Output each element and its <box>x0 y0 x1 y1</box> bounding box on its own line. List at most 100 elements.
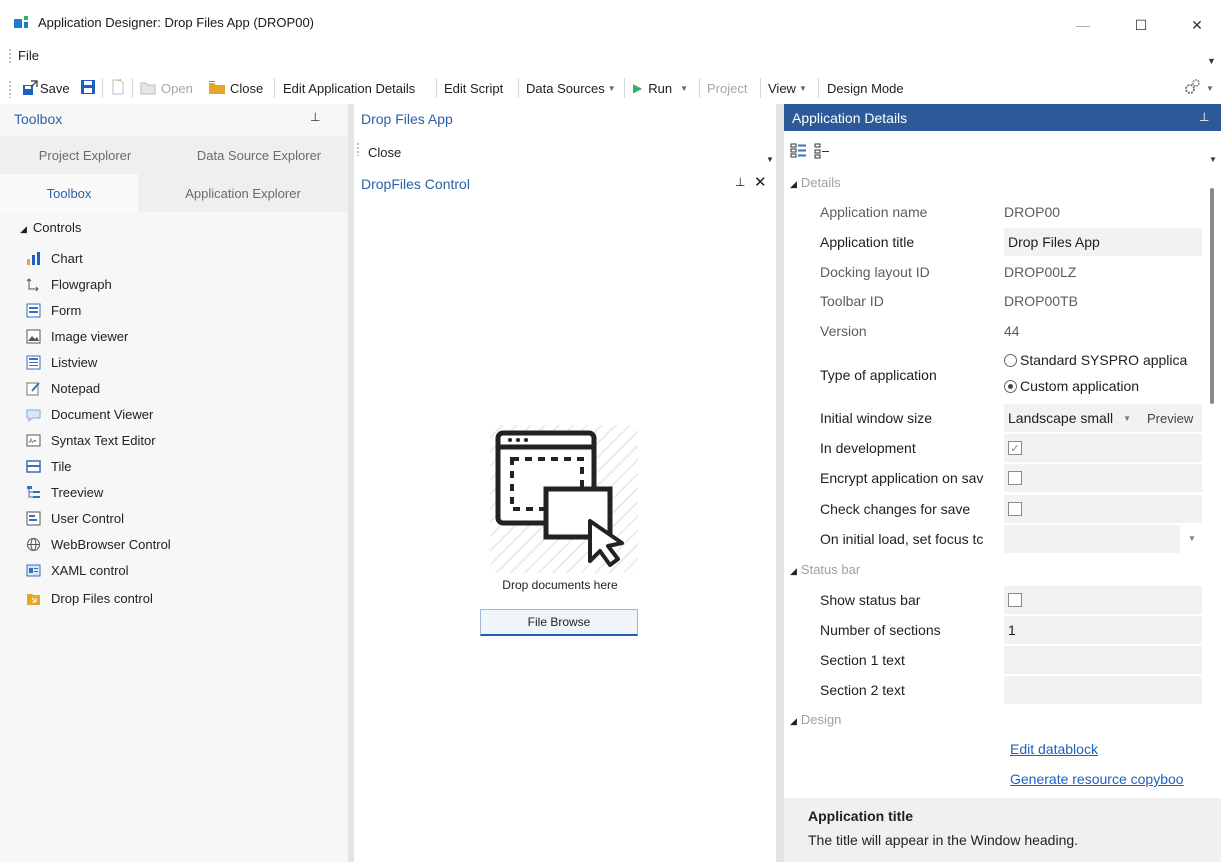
show-status-bar-checkbox[interactable] <box>1008 593 1022 607</box>
tab-toolbox[interactable]: Toolbox <box>0 174 138 212</box>
chevron-down-icon[interactable]: ▼ <box>1188 534 1196 543</box>
panel-splitter[interactable] <box>776 104 784 862</box>
toolbox-item-form[interactable]: Form <box>26 300 81 320</box>
view-button[interactable]: View ▼ <box>768 78 807 98</box>
generate-resource-copybook-link[interactable]: Generate resource copyboo <box>1010 771 1204 787</box>
toolbox-item-label: Document Viewer <box>51 406 154 422</box>
folder-icon <box>208 81 226 95</box>
panel-splitter[interactable] <box>348 104 354 862</box>
radio-label: Standard SYSPRO applica <box>1020 352 1188 368</box>
chevron-down-icon: ▼ <box>1206 83 1214 93</box>
run-button[interactable]: ▶ Run ▼ <box>633 78 688 98</box>
save-button[interactable]: Save <box>22 78 70 98</box>
alphabetical-icon[interactable] <box>814 142 832 163</box>
maximize-button[interactable]: ☐ <box>1118 10 1164 40</box>
close-window-button[interactable]: ✕ <box>1174 10 1220 40</box>
tab-data-source-explorer[interactable]: Data Source Explorer <box>170 136 348 174</box>
toolbox-item-notepad[interactable]: Notepad <box>26 378 100 398</box>
pin-icon[interactable]: ⊥ <box>735 175 745 189</box>
toolbox-item-flowgraph[interactable]: Flowgraph <box>26 274 112 294</box>
tab-application-explorer[interactable]: Application Explorer <box>138 174 348 212</box>
radio-custom-application[interactable]: Custom application <box>1004 372 1139 400</box>
save-as-icon <box>22 80 38 96</box>
radio-unselected <box>1004 353 1017 367</box>
menubar-overflow-icon[interactable]: ▼ <box>1207 56 1216 66</box>
project-button[interactable]: Project <box>707 78 747 98</box>
edit-application-details-button[interactable]: Edit Application Details <box>283 78 415 98</box>
close-label: Close <box>230 80 264 96</box>
radio-standard-syspro[interactable]: Standard SYSPRO applica <box>1004 346 1204 374</box>
section-2-text-field[interactable] <box>1004 676 1202 704</box>
toolbox-item-treeview[interactable]: Treeview <box>26 482 103 502</box>
minimize-button[interactable]: — <box>1060 10 1106 40</box>
center-close-button[interactable]: Close <box>368 145 401 160</box>
toolbox-item-image-viewer[interactable]: Image viewer <box>26 326 128 346</box>
settings-button[interactable]: ▼ <box>1184 78 1214 98</box>
design-mode-button[interactable]: Design Mode <box>827 78 904 98</box>
toolbox-item-webbrowser-control[interactable]: WebBrowser Control <box>26 534 171 554</box>
open-label: Open <box>161 80 193 96</box>
new-button[interactable] <box>110 78 126 98</box>
prop-label-section-2-text: Section 2 text <box>820 682 905 698</box>
toolbar-grip[interactable] <box>8 80 12 98</box>
toolbox-item-label: Form <box>51 302 82 318</box>
section-status-bar[interactable]: ◢ Status bar <box>790 562 860 577</box>
menu-file[interactable]: File <box>18 48 39 63</box>
play-icon: ▶ <box>633 81 643 95</box>
document-viewer-icon <box>26 407 41 422</box>
toolbox-item-label: Treeview <box>51 484 104 500</box>
toolbox-item-document-viewer[interactable]: Document Viewer <box>26 404 153 424</box>
edit-datablock-link[interactable]: Edit datablock <box>1010 741 1098 757</box>
initial-window-size-select[interactable]: Landscape small ▼ <box>1004 404 1144 432</box>
toolbox-item-tile[interactable]: Tile <box>26 456 71 476</box>
pin-icon[interactable]: ⊥ <box>1199 110 1209 124</box>
toolbox-item-user-control[interactable]: User Control <box>26 508 124 528</box>
prop-value-application-name: DROP00 <box>1004 204 1061 220</box>
toolbox-item-syntax-text-editor[interactable]: A= Syntax Text Editor <box>26 430 156 450</box>
toolbox-item-label: Flowgraph <box>51 276 112 292</box>
toolbox-item-xaml-control[interactable]: XAML control <box>26 560 129 580</box>
encrypt-checkbox[interactable] <box>1008 471 1022 485</box>
prop-label-initial-window-size: Initial window size <box>820 410 933 426</box>
data-sources-button[interactable]: Data Sources ▼ <box>526 78 616 98</box>
toolbox-item-label: Listview <box>51 354 98 370</box>
application-title-field[interactable]: Drop Files App <box>1004 228 1202 256</box>
toolbox-item-listview[interactable]: Listview <box>26 352 97 372</box>
categorized-icon[interactable] <box>790 142 808 163</box>
toolbar-overflow-icon[interactable]: ▼ <box>1209 155 1217 164</box>
toolbox-item-label: User Control <box>51 510 124 526</box>
close-button[interactable]: Close <box>208 78 263 98</box>
open-button[interactable]: Open <box>140 78 193 98</box>
section-1-text-field[interactable] <box>1004 646 1202 674</box>
drop-documents-text: Drop documents here <box>502 578 618 592</box>
edit-script-button[interactable]: Edit Script <box>444 78 503 98</box>
check-changes-checkbox[interactable] <box>1008 502 1022 516</box>
file-browse-button[interactable]: File Browse <box>480 609 638 636</box>
scrollbar-thumb[interactable] <box>1210 188 1214 404</box>
toolbox-item-chart[interactable]: Chart <box>26 248 83 268</box>
in-development-checkbox[interactable]: ✓ <box>1008 441 1022 455</box>
toolbox-item-drop-files-control[interactable]: Drop Files control <box>26 588 153 608</box>
menubar-grip[interactable] <box>8 48 12 64</box>
number-of-sections-field[interactable]: 1 <box>1004 616 1202 644</box>
pin-icon[interactable]: ⊥ <box>310 110 320 124</box>
prop-label-type-of-application: Type of application <box>820 367 937 383</box>
close-icon[interactable]: ✕ <box>754 173 767 191</box>
toolbar-overflow-icon[interactable]: ▼ <box>766 155 774 164</box>
toolbar-grip[interactable] <box>356 142 360 156</box>
prop-label-application-name: Application name <box>820 204 928 220</box>
controls-group-header[interactable]: ◢ Controls <box>20 220 81 235</box>
in-development-cell: ✓ <box>1004 434 1202 462</box>
toolbox-header: Toolbox <box>14 111 63 127</box>
tab-project-explorer[interactable]: Project Explorer <box>0 136 170 174</box>
prop-label-toolbar-id: Toolbar ID <box>820 293 884 309</box>
drop-zone[interactable] <box>490 425 638 573</box>
section-details[interactable]: ◢ Details <box>790 175 841 190</box>
chevron-down-icon: ▼ <box>680 83 689 93</box>
user-control-icon <box>26 511 41 526</box>
initial-focus-select[interactable] <box>1004 525 1180 553</box>
save-disk-button[interactable] <box>80 78 96 98</box>
preview-button[interactable]: Preview <box>1144 404 1202 432</box>
drop-files-icon <box>26 591 41 606</box>
section-design[interactable]: ◢ Design <box>790 712 841 727</box>
